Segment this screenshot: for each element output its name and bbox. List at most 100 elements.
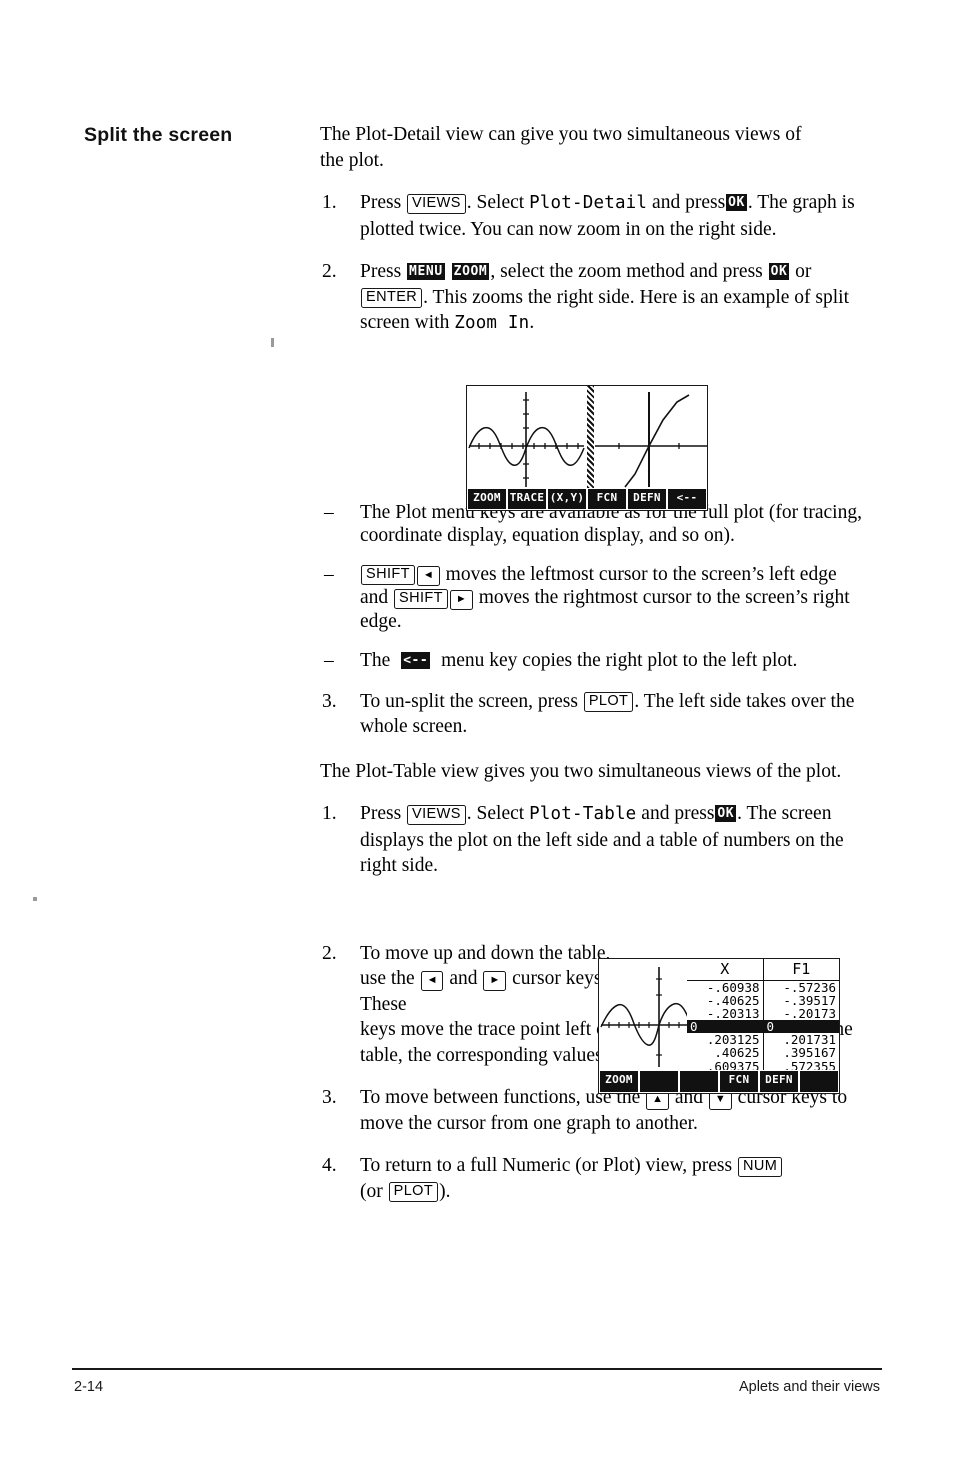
plot-detail-literal: Plot-Detail bbox=[529, 193, 648, 213]
list-number: 1. bbox=[322, 803, 337, 824]
softkey-trace[interactable]: TRACE bbox=[508, 489, 546, 509]
intro-line-1: The Plot-Detail view can give you two si… bbox=[320, 124, 802, 145]
softkey-fcn[interactable]: FCN bbox=[588, 489, 626, 509]
plot-detail-steps: 1. Press VIEWS. Select Plot-Detail and p… bbox=[320, 190, 868, 337]
views-key: VIEWS bbox=[407, 804, 466, 825]
list-number: 3. bbox=[322, 1087, 337, 1108]
table-cell[interactable]: .40625 bbox=[687, 1046, 763, 1059]
bullet-text: menu key copies the right plot to the le… bbox=[441, 649, 798, 671]
list-number: 4. bbox=[322, 1155, 337, 1176]
num-key: NUM bbox=[737, 1156, 783, 1177]
right-arrow-key: ► bbox=[483, 970, 507, 991]
scan-artifact bbox=[271, 338, 274, 347]
calc-screen-area: X -.60938 -.40625 -.20313 0 .203125 .406… bbox=[599, 959, 839, 1070]
table-cell[interactable]: -.20313 bbox=[687, 1007, 763, 1020]
left-arrow-key: ◄ bbox=[420, 970, 444, 991]
plot-table-literal: Plot-Table bbox=[529, 804, 637, 824]
shift-key: SHIFT bbox=[394, 588, 448, 609]
split-divider bbox=[587, 386, 594, 488]
table-cell[interactable]: .572355 bbox=[764, 1059, 840, 1070]
softkey-copy-left[interactable]: <-- bbox=[668, 489, 706, 509]
scan-artifact bbox=[33, 897, 37, 901]
step-text-narrow: To move up and down the table, use the ◄… bbox=[360, 941, 612, 1018]
softkey-defn[interactable]: DEFN bbox=[628, 489, 666, 509]
plot-menu-notes: – The Plot menu keys are available as fo… bbox=[320, 501, 868, 672]
step-text: Press bbox=[360, 261, 402, 282]
soft-menu-bar: ZOOM TRACE (X,Y) FCN DEFN <-- bbox=[467, 488, 707, 510]
soft-menu-bar: ZOOM FCN DEFN bbox=[599, 1070, 839, 1093]
table-cell[interactable]: .395167 bbox=[764, 1046, 840, 1059]
left-pane-plot bbox=[468, 392, 585, 487]
table-cell[interactable]: -.20173 bbox=[764, 1007, 840, 1020]
step-text: and press bbox=[641, 803, 715, 824]
right-arrow-key: ► bbox=[449, 589, 473, 610]
step-text: (or bbox=[360, 1180, 383, 1202]
step-text: . Select bbox=[466, 803, 525, 824]
unsplit-step: 3. To un-split the screen, press PLOT. T… bbox=[320, 689, 868, 740]
shift-key: SHIFT bbox=[361, 565, 415, 585]
step-text: , select the zoom method and press bbox=[490, 261, 763, 282]
list-number: 2. bbox=[322, 942, 337, 964]
footer-divider bbox=[72, 1368, 882, 1371]
footer-page-number: 2-14 bbox=[74, 1379, 104, 1395]
copy-left-menu-key: <-- bbox=[401, 651, 431, 669]
softkey-coordinates[interactable]: (X,Y) bbox=[548, 489, 586, 509]
list-item: 1. Press VIEWS. Select Plot-Table and pr… bbox=[320, 801, 868, 879]
step-text: . This zooms the right side. Here is an … bbox=[360, 286, 850, 334]
intro-line-2: the plot. bbox=[320, 149, 384, 171]
enter-key: ENTER bbox=[361, 288, 423, 308]
softkey-zoom[interactable]: ZOOM bbox=[468, 489, 506, 509]
step-text: Press bbox=[360, 192, 402, 213]
zoom-menu-key: ZOOM bbox=[451, 263, 490, 280]
softkey-zoom[interactable]: ZOOM bbox=[600, 1071, 638, 1092]
bullet-text: The bbox=[360, 649, 391, 671]
menu-menu-key: MENU bbox=[407, 263, 445, 280]
dash-bullet: – bbox=[324, 501, 334, 523]
list-item: – SHIFT ◄ moves the leftmost cursor to th… bbox=[320, 563, 868, 633]
step-text: and bbox=[449, 968, 478, 989]
plot-key: PLOT bbox=[583, 692, 634, 712]
softkey-blank-3[interactable] bbox=[800, 1071, 838, 1092]
plot-table-intro: The Plot-Table view gives you two simult… bbox=[320, 760, 842, 782]
zoom-in-literal: Zoom In bbox=[454, 313, 530, 333]
section-heading: Split the screen bbox=[84, 124, 233, 146]
step-text: . bbox=[529, 312, 535, 333]
list-item: 2. Press MENU ZOOM, select the zoom meth… bbox=[320, 259, 868, 337]
list-number: 1. bbox=[322, 192, 337, 213]
column-header-x: X bbox=[687, 959, 763, 981]
dash-bullet: – bbox=[324, 649, 334, 671]
softkey-blank-2[interactable] bbox=[680, 1071, 718, 1092]
step-text: and press bbox=[652, 192, 726, 213]
softkey-defn[interactable]: DEFN bbox=[760, 1071, 798, 1092]
calculator-screenshot-plot-detail: ZOOM TRACE (X,Y) FCN DEFN <-- bbox=[466, 385, 708, 511]
right-pane-plot bbox=[595, 392, 707, 488]
table-cell[interactable]: .609375 bbox=[687, 1059, 763, 1070]
dash-bullet: – bbox=[324, 563, 334, 585]
step-text: . Select bbox=[466, 192, 525, 213]
ok-menu-key: OK bbox=[715, 805, 737, 822]
calc-screen-area bbox=[467, 386, 707, 488]
softkey-fcn[interactable]: FCN bbox=[720, 1071, 758, 1092]
table-column-x: X -.60938 -.40625 -.20313 0 .203125 .406… bbox=[687, 959, 763, 1070]
step-text: To un-split the screen, press bbox=[360, 690, 578, 712]
footer-chapter-title: Aplets and their views bbox=[738, 1379, 880, 1395]
step-text: Press bbox=[360, 803, 402, 824]
step-text: To return to a full Numeric (or Plot) vi… bbox=[360, 1155, 733, 1176]
views-key: VIEWS bbox=[407, 193, 466, 214]
ok-menu-key: OK bbox=[726, 194, 747, 211]
softkey-blank-1[interactable] bbox=[640, 1071, 678, 1092]
list-number: 3. bbox=[322, 690, 337, 712]
calculator-screenshot-plot-table: X -.60938 -.40625 -.20313 0 .203125 .406… bbox=[598, 958, 840, 1094]
step-text: ). bbox=[439, 1180, 451, 1202]
column-header-f1: F1 bbox=[763, 959, 839, 981]
plot-key: PLOT bbox=[388, 1182, 439, 1202]
step-text: or bbox=[795, 261, 812, 282]
list-item: 3. To un-split the screen, press PLOT. T… bbox=[320, 689, 868, 740]
document-page: Split the screen The Plot-Detail view ca… bbox=[0, 0, 954, 1464]
list-item: 1. Press VIEWS. Select Plot-Detail and p… bbox=[320, 190, 868, 242]
list-item: 4. To return to a full Numeric (or Plot)… bbox=[320, 1153, 868, 1204]
list-item: – The <-- menu key copies the right plot… bbox=[320, 649, 868, 672]
numeric-table: X -.60938 -.40625 -.20313 0 .203125 .406… bbox=[687, 959, 839, 1070]
ok-menu-key: OK bbox=[768, 263, 790, 280]
intro-paragraph: The Plot-Detail view can give you two si… bbox=[320, 122, 868, 173]
